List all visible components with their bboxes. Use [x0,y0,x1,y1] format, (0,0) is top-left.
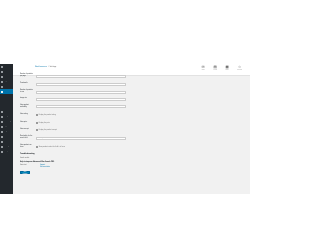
media-icon [1,75,3,78]
placeholder-input[interactable]: Search products... [36,136,126,140]
tools-icon [1,140,3,143]
setting-label: Show excerpt [20,129,29,130]
products-icon [1,110,3,113]
setting-label: Placeholder for the search field [20,136,33,139]
sidebar-item-label: WooCommerce [4,91,13,92]
save-button[interactable]: Save changes [20,171,30,175]
plugins-icon [1,130,3,133]
checkbox[interactable] [36,114,38,116]
checkbox-row[interactable]: Display the price [36,122,50,124]
tool-label: Reviews [237,69,242,71]
setting-label: Show price [20,122,28,123]
reviews-button[interactable]: ☆ Reviews [237,65,242,71]
breadcrumb-current: Settings [49,67,57,68]
woocommerce-icon [1,90,3,93]
sidebar-item-label: Appearance [4,126,13,127]
setting-label: Thumbnails [20,83,28,84]
setting-label: Number of products per page [20,74,33,77]
collapse-icon [1,150,3,153]
sidebar-item-label: Marketing [4,121,11,122]
reviews-icon: ☆ [237,65,242,69]
comments-icon [1,85,3,88]
sidebar-item-label: Collapse menu [4,151,13,152]
breadcrumb-parent-link[interactable]: WooCommerce [35,67,47,68]
sidebar-item-label: Comments [4,86,12,87]
sidebar-item-label: Plugins [4,131,9,132]
setting-label: Image size [20,98,27,99]
setting-label: Show product availability [20,105,29,108]
setting-label: Show rating [20,114,28,115]
sidebar-item-label: Media [4,76,9,77]
sidebar-subitem-label: Status [3,104,7,105]
setting-label: Number of products in row [20,90,33,93]
inbox-icon: ✉ [201,65,205,69]
text-input[interactable] [36,98,126,101]
sidebar-subitem-label: Extensions [3,107,10,108]
inbox-button[interactable]: ✉ Inbox [201,65,205,71]
appearance-icon [1,125,3,128]
admin-frame: Dashboard Posts Media Pages Comments Woo… [0,64,250,194]
pages-icon [1,80,3,83]
settings-icon [1,145,3,148]
sidebar-item-label: Analytics [4,116,11,117]
checkbox-row[interactable]: Show products when the field is in focus [36,146,65,148]
checkbox-label: Show products when the field is in focus [38,146,65,148]
section-subheading: Search results [20,158,30,159]
orders-button[interactable]: ▤ Orders [213,65,217,71]
tool-label: Stock [225,69,229,71]
checkbox-row[interactable]: Display the product rating [36,114,56,116]
sidebar-subitem-label: Orders [3,95,7,96]
section-heading: Troubleshooting [20,154,35,155]
help-note: Some text [20,165,27,166]
help-links: Support Documentation [40,165,50,168]
sidebar-item-label: Posts [4,71,8,72]
sidebar-item-label: Settings [4,146,10,147]
analytics-icon [1,115,3,118]
setting-label: Show products on focus [20,145,32,148]
sidebar-item-label: Pages [4,81,9,82]
checkbox[interactable] [36,146,38,148]
dashboard-icon [1,65,3,68]
checkbox-row[interactable]: Display the product excerpt [36,129,57,131]
tool-label: Inbox [201,69,205,71]
orders-icon: ▤ [213,65,217,69]
text-input[interactable] [36,105,126,108]
help-heading: Help to improve Advanced Woo Search PRO [20,162,55,163]
posts-icon [1,70,3,73]
sidebar-subitem-label: Reports [3,98,8,99]
admin-sidebar: Dashboard Posts Media Pages Comments Woo… [0,64,13,194]
sidebar-subitem-label: Settings [3,101,8,102]
documentation-link[interactable]: Documentation [40,167,50,168]
checkbox[interactable] [36,129,38,131]
number-input[interactable]: 4 [36,91,126,94]
breadcrumb-separator: / [48,67,49,68]
text-input[interactable] [36,82,126,86]
sidebar-item-collapse[interactable]: Collapse menu [0,149,13,154]
sidebar-item-label: Users [4,136,8,137]
marketing-icon [1,120,3,123]
checkbox-label: Display the price [38,122,50,124]
breadcrumb: WooCommerce / Settings [35,67,56,68]
stock-icon: ▦ [225,65,229,69]
text-input[interactable] [36,74,126,78]
checkbox-label: Display the product rating [38,114,56,116]
stock-button[interactable]: ▦ Stock [225,65,229,71]
sidebar-item-label: Tools [4,141,8,142]
sidebar-item-label: Dashboard [4,66,12,67]
users-icon [1,135,3,138]
checkbox[interactable] [36,122,38,124]
header-tools: ✉ Inbox ▤ Orders ▦ Stock ☆ Reviews [201,65,242,71]
checkbox-label: Display the product excerpt [38,129,57,131]
tool-label: Orders [213,69,218,71]
sidebar-item-label: Products [4,111,11,112]
